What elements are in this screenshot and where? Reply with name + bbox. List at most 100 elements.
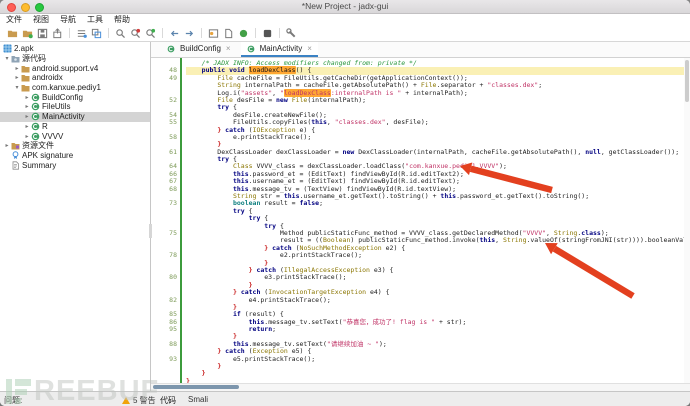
code-line[interactable]: boolean result = false;: [186, 200, 690, 207]
menu-item-navigation[interactable]: 导航: [60, 14, 76, 25]
minimize-window-button[interactable]: [21, 3, 30, 12]
close-tab-icon[interactable]: ×: [226, 44, 231, 53]
export-sources-icon[interactable]: [51, 27, 64, 40]
tree-expand-icon[interactable]: ▸: [13, 65, 21, 72]
bottom-tab-code[interactable]: 代码: [160, 395, 176, 406]
deobfuscation-icon[interactable]: [237, 27, 250, 40]
class-icon: [167, 44, 177, 53]
editor-tab-MainActivity[interactable]: MainActivity ×: [241, 42, 318, 57]
decompiler-view-icon[interactable]: [207, 27, 220, 40]
package-icon: [21, 64, 31, 73]
tree-expand-icon[interactable]: ▸: [13, 74, 21, 81]
code-line[interactable]: return;: [186, 326, 690, 333]
tree-expand-icon[interactable]: ▸: [23, 123, 31, 130]
flatten-packages-icon[interactable]: [75, 27, 88, 40]
class-icon: [31, 93, 41, 102]
tree-expand-icon[interactable]: ▸: [23, 94, 31, 101]
warning-count-badge[interactable]: 5 警告: [122, 395, 156, 406]
code-line[interactable]: DexClassLoader dexClassLoader = new DexC…: [186, 149, 690, 156]
tree-item-FileUtils[interactable]: ▸FileUtils: [0, 102, 150, 112]
window-title: *New Project - jadx-gui: [0, 0, 690, 13]
tree-expand-icon[interactable]: ▸: [3, 142, 11, 149]
toolbar: [0, 25, 690, 42]
tree-item-Summary[interactable]: Summary: [0, 160, 150, 170]
tree-item-label: com.kanxue.pediy1: [31, 83, 101, 92]
save-all-icon[interactable]: [36, 27, 49, 40]
sync-icon[interactable]: [90, 27, 103, 40]
tree-item-APK_signature[interactable]: APK signature: [0, 151, 150, 161]
toolbar-separator: [69, 28, 70, 38]
tree-item-com.kanxue.pediy1[interactable]: ▾ com.kanxue.pediy1: [0, 83, 150, 93]
code-line[interactable]: File desFile = new File(internalPath);: [186, 97, 690, 104]
warning-icon: [122, 397, 130, 404]
editor-tab-label: MainActivity: [260, 44, 303, 53]
zoom-window-button[interactable]: [35, 3, 44, 12]
source-preview-icon[interactable]: [222, 27, 235, 40]
tree-item-label: R: [41, 122, 48, 131]
nav-back-icon[interactable]: [168, 27, 181, 40]
code-line[interactable]: }: [186, 370, 690, 377]
tree-expand-icon[interactable]: ▾: [3, 55, 11, 62]
class-icon: [31, 102, 41, 111]
source-code[interactable]: /* JADX INFO: Access modifiers changed f…: [182, 58, 690, 383]
tree-item-label: 2.apk: [13, 44, 34, 53]
toolbar-separator: [108, 28, 109, 38]
log-viewer-icon[interactable]: [261, 27, 274, 40]
editor-tab-label: BuildConfig: [180, 44, 221, 53]
search-class-icon[interactable]: [129, 27, 142, 40]
title-bar[interactable]: *New Project - jadx-gui: [0, 0, 690, 14]
tree-expand-icon[interactable]: ▸: [23, 133, 31, 140]
toolbar-separator: [201, 28, 202, 38]
vertical-scrollbar-thumb[interactable]: [685, 60, 689, 102]
code-line[interactable]: e.printStackTrace();: [186, 134, 690, 141]
vertical-scrollbar[interactable]: [684, 58, 690, 383]
tree-item-R[interactable]: ▸R: [0, 122, 150, 132]
tree-item-_[interactable]: ▸ 资源文件: [0, 141, 150, 151]
main-area: 2.apk▾源代码▸android.support.v4▸androidx▾co…: [0, 42, 690, 391]
tree-item-label: 源代码: [21, 53, 46, 64]
code-line[interactable]: }: [186, 363, 690, 370]
menu-item-file[interactable]: 文件: [6, 14, 22, 25]
code-line[interactable]: e3.printStackTrace();: [186, 274, 690, 281]
toolbar-separator: [162, 28, 163, 38]
issues-label[interactable]: 问题:: [4, 395, 22, 406]
tree-item-MainActivity[interactable]: ▸MainActivity: [0, 112, 150, 122]
warning-count-text: 5 警告: [133, 395, 156, 406]
preferences-icon[interactable]: [285, 27, 298, 40]
project-tree: 2.apk▾源代码▸android.support.v4▸androidx▾co…: [0, 42, 151, 391]
search-usage-icon[interactable]: [144, 27, 157, 40]
code-line[interactable]: e5.printStackTrace();: [186, 356, 690, 363]
tree-expand-icon[interactable]: ▸: [23, 103, 31, 110]
horizontal-scrollbar[interactable]: [151, 383, 690, 391]
search-text-icon[interactable]: [114, 27, 127, 40]
tree-item-android.support.v4[interactable]: ▸ android.support.v4: [0, 63, 150, 73]
code-editor-panel: BuildConfig × MainActivity × 4849 52 5455 5…: [151, 42, 690, 391]
traffic-lights: [7, 3, 44, 12]
add-files-icon[interactable]: [21, 27, 34, 40]
jadx-gui-window: *New Project - jadx-gui 文件视图导航工具帮助 2.apk…: [0, 0, 690, 406]
bottom-tab-smali[interactable]: Smali: [188, 395, 208, 404]
nav-forward-icon[interactable]: [183, 27, 196, 40]
tree-item-label: android.support.v4: [31, 64, 98, 73]
close-window-button[interactable]: [7, 3, 16, 12]
toolbar-separator: [279, 28, 280, 38]
source-folder-icon: [11, 54, 21, 63]
tree-item-androidx[interactable]: ▸androidx: [0, 73, 150, 83]
tree-item-label: 资源文件: [21, 140, 54, 151]
close-tab-icon[interactable]: ×: [307, 44, 312, 53]
summary-icon: [11, 161, 21, 170]
open-file-icon[interactable]: [6, 27, 19, 40]
toolbar-separator: [255, 28, 256, 38]
tree-item-_[interactable]: ▾ 源代码: [0, 54, 150, 64]
editor-tab-BuildConfig[interactable]: BuildConfig ×: [161, 42, 237, 57]
editor-tab-bar: BuildConfig × MainActivity ×: [151, 42, 690, 58]
menu-item-view[interactable]: 视图: [33, 14, 49, 25]
menu-item-help[interactable]: 帮助: [114, 14, 130, 25]
tree-expand-icon[interactable]: ▸: [23, 113, 31, 120]
menu-item-tools[interactable]: 工具: [87, 14, 103, 25]
code-line[interactable]: e4.printStackTrace();: [186, 297, 690, 304]
tree-item-BuildConfig[interactable]: ▸BuildConfig: [0, 92, 150, 102]
line-number-gutter: 4849 52 5455 58 61 64666768 73 75 78 80 …: [151, 58, 180, 383]
tree-expand-icon[interactable]: ▾: [13, 84, 21, 91]
horizontal-scrollbar-thumb[interactable]: [153, 385, 239, 389]
